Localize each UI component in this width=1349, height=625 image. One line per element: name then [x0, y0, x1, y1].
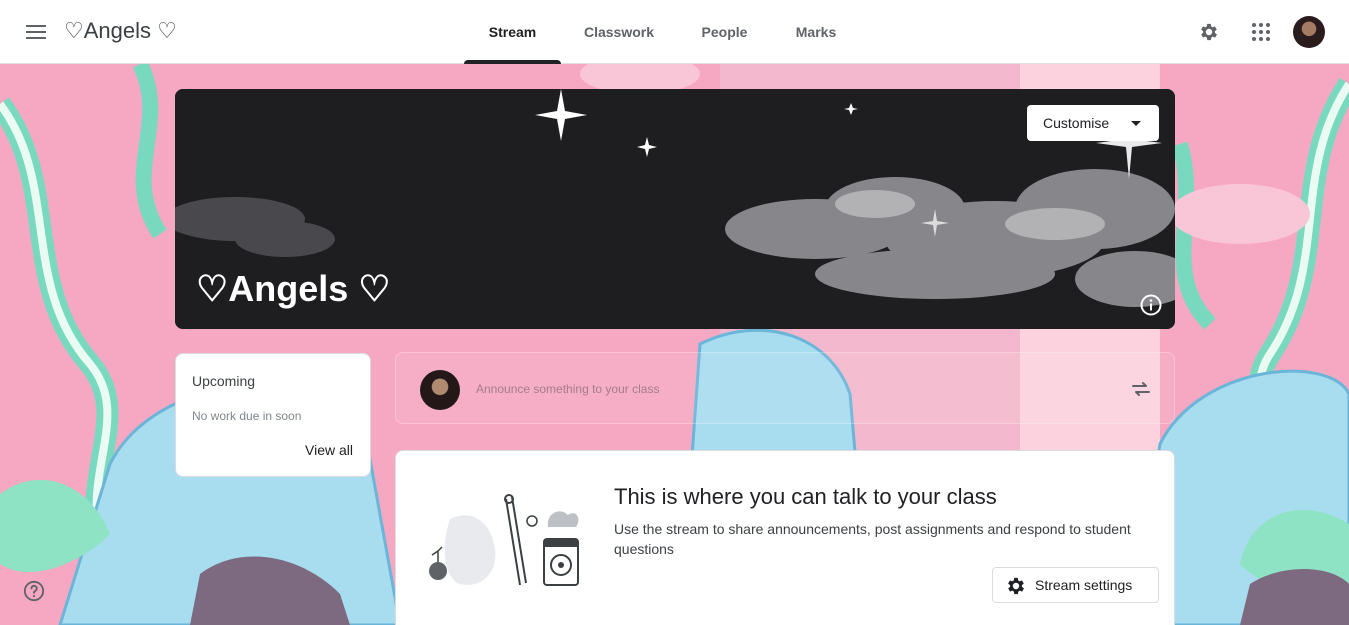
repost-icon — [1132, 382, 1150, 396]
user-avatar — [420, 370, 460, 410]
tab-marks[interactable]: Marks — [772, 0, 860, 64]
main-menu-button[interactable] — [20, 16, 52, 48]
tab-stream[interactable]: Stream — [464, 0, 561, 64]
apps-grid-icon — [1252, 23, 1270, 41]
customise-label: Customise — [1043, 115, 1110, 131]
top-app-bar: ♡Angels ♡ Stream Classwork People Marks — [0, 0, 1349, 64]
class-info-button[interactable] — [1139, 293, 1163, 317]
stream-info-heading: This is where you can talk to your class — [614, 484, 997, 509]
upcoming-empty-text: No work due in soon — [192, 409, 302, 423]
help-icon — [23, 580, 45, 602]
banner-class-title: ♡Angels ♡ — [196, 268, 391, 309]
hamburger-menu-icon — [26, 25, 46, 39]
tab-classwork[interactable]: Classwork — [561, 0, 677, 64]
gear-icon — [1008, 577, 1024, 595]
announce-placeholder: Announce something to your class — [476, 382, 660, 396]
announce-box[interactable]: Announce something to your class — [395, 352, 1175, 424]
stream-settings-button[interactable]: Stream settings — [992, 567, 1159, 603]
customise-button[interactable]: Customise — [1027, 105, 1159, 141]
account-avatar[interactable] — [1293, 16, 1325, 48]
class-name-title[interactable]: ♡Angels ♡ — [64, 18, 177, 44]
stream-info-description: Use the stream to share announcements, p… — [614, 521, 1131, 557]
info-icon — [1140, 294, 1162, 316]
class-tabs: Stream Classwork People Marks — [464, 0, 860, 64]
tab-people[interactable]: People — [677, 0, 772, 64]
google-apps-button[interactable] — [1245, 16, 1277, 48]
reuse-post-button[interactable] — [1129, 377, 1153, 401]
upcoming-card: Upcoming No work due in soon View all — [175, 353, 371, 477]
gear-icon — [1201, 23, 1217, 41]
help-button[interactable] — [23, 580, 45, 602]
upcoming-title: Upcoming — [192, 373, 256, 389]
stream-settings-label: Stream settings — [1035, 577, 1133, 593]
stream-info-card: This is where you can talk to your class… — [395, 450, 1175, 625]
dropdown-arrow-icon — [1131, 121, 1141, 126]
class-settings-button[interactable] — [1193, 16, 1225, 48]
view-all-link[interactable]: View all — [305, 442, 353, 458]
stream-illustration — [429, 494, 579, 586]
